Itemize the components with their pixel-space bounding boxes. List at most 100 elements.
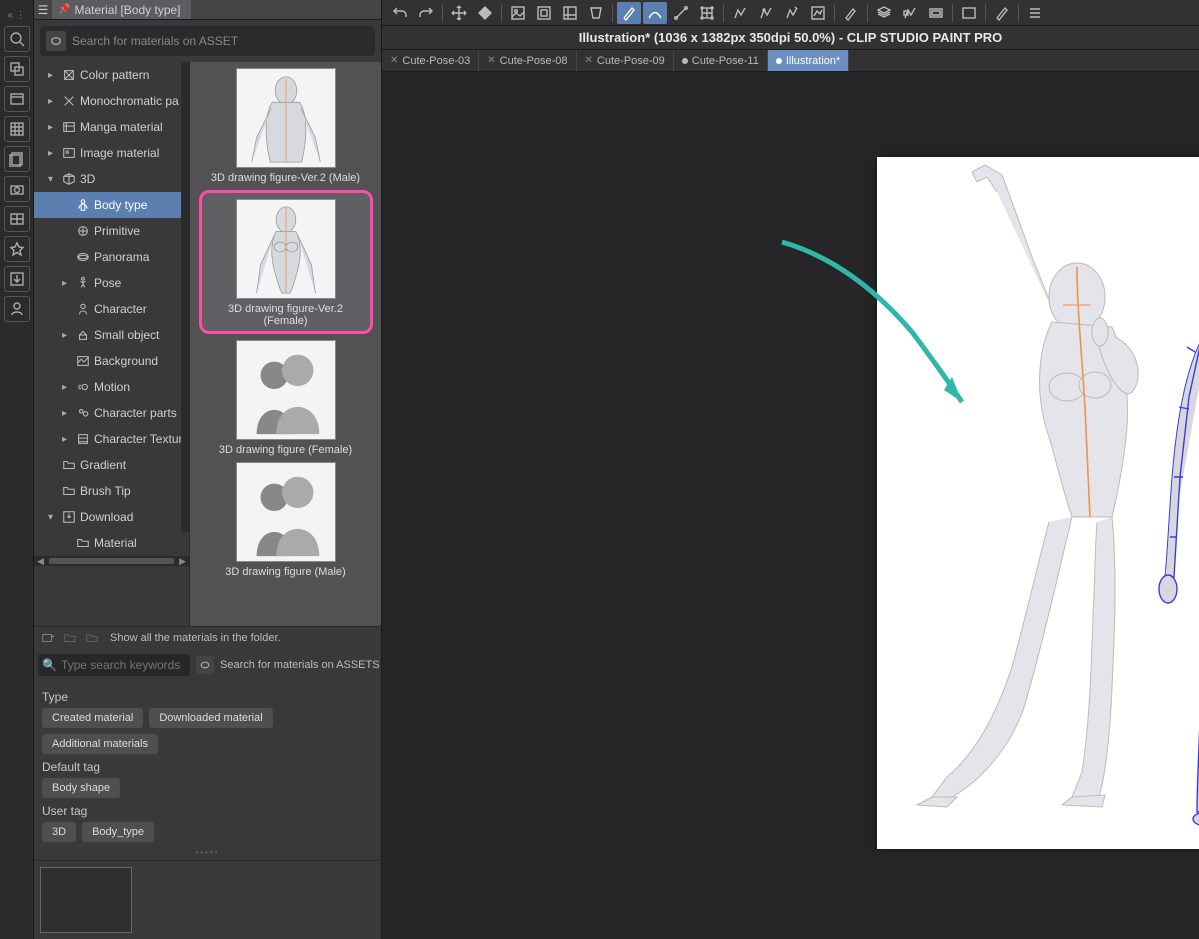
tree-item-character-parts[interactable]: ▸Character parts xyxy=(34,400,189,426)
tree-item-background[interactable]: Background xyxy=(34,348,189,374)
material-thumb[interactable]: 3D drawing figure (Male) xyxy=(204,462,368,578)
material-thumb[interactable]: 3D drawing figure (Female) xyxy=(204,340,368,456)
shape-icon[interactable] xyxy=(473,2,497,24)
tree-item-small-object[interactable]: ▸Small object xyxy=(34,322,189,348)
tree-item-primitive[interactable]: Primitive xyxy=(34,218,189,244)
tree-item-material[interactable]: Material xyxy=(34,530,189,556)
clipstudio-logo-icon xyxy=(46,31,66,51)
line-icon[interactable] xyxy=(669,2,693,24)
rail-camera-icon[interactable] xyxy=(4,176,30,202)
horizontal-scrollbar[interactable]: ◀ ▶ xyxy=(34,556,189,566)
auto4-icon[interactable] xyxy=(806,2,830,24)
close-icon[interactable]: ✕ xyxy=(390,55,398,66)
keyword-search-input[interactable] xyxy=(61,658,216,672)
resize-handle-icon[interactable]: ••••• xyxy=(34,848,381,860)
rail-window-icon[interactable] xyxy=(4,86,30,112)
close-icon[interactable]: ✕ xyxy=(487,55,495,66)
list-icon[interactable] xyxy=(1023,2,1047,24)
auto1-icon[interactable] xyxy=(728,2,752,24)
auto3-icon[interactable] xyxy=(780,2,804,24)
move-icon[interactable] xyxy=(447,2,471,24)
edit-icon[interactable] xyxy=(990,2,1014,24)
tree-item-brush-tip[interactable]: Brush Tip xyxy=(34,478,189,504)
search-assets-bar[interactable]: Search for materials on ASSET xyxy=(40,26,375,56)
expand-icon[interactable]: ▾ xyxy=(48,174,58,185)
expand-icon[interactable]: ▾ xyxy=(48,512,58,523)
expand-icon[interactable]: ▸ xyxy=(48,96,58,107)
brush-icon[interactable] xyxy=(839,2,863,24)
tree-item-panorama[interactable]: Panorama xyxy=(34,244,189,270)
rail-files-icon[interactable] xyxy=(4,146,30,172)
expand-icon[interactable]: ▸ xyxy=(48,122,58,133)
tree-item-download[interactable]: ▾Download xyxy=(34,504,189,530)
viewport[interactable] xyxy=(382,72,1199,939)
auto2-icon[interactable] xyxy=(754,2,778,24)
tree-item-pose[interactable]: ▸Pose xyxy=(34,270,189,296)
document-tab[interactable]: ✕Cute-Pose-08 xyxy=(479,50,576,71)
panel-menu-icon[interactable]: ☰ xyxy=(34,1,52,19)
image2-icon[interactable] xyxy=(532,2,556,24)
expand-icon[interactable]: ▸ xyxy=(48,148,58,159)
tree-item-manga-material[interactable]: ▸Manga material xyxy=(34,114,189,140)
new-folder-icon[interactable] xyxy=(38,629,58,647)
document-tab[interactable]: ✕Cute-Pose-09 xyxy=(577,50,674,71)
tree-item-body-type[interactable]: Body type xyxy=(34,192,189,218)
transform-icon[interactable] xyxy=(584,2,608,24)
frame-icon[interactable] xyxy=(924,2,948,24)
document-tab[interactable]: Illustration* xyxy=(768,50,849,71)
pen-icon[interactable] xyxy=(617,2,641,24)
tree-item-monochromatic-pa[interactable]: ▸Monochromatic pa xyxy=(34,88,189,114)
thumb-image xyxy=(236,68,336,168)
vertical-scrollbar[interactable] xyxy=(181,62,189,532)
type-chip[interactable]: Downloaded material xyxy=(149,708,272,728)
rail-table-icon[interactable] xyxy=(4,206,30,232)
rail-layers-icon[interactable] xyxy=(4,56,30,82)
expand-icon[interactable]: ▸ xyxy=(62,434,72,445)
document-tab[interactable]: ✕Cute-Pose-03 xyxy=(382,50,479,71)
undo-icon[interactable] xyxy=(388,2,412,24)
mesh-icon[interactable] xyxy=(695,2,719,24)
image1-icon[interactable] xyxy=(506,2,530,24)
rail-star-icon[interactable] xyxy=(4,236,30,262)
default-tag-chip[interactable]: Body shape xyxy=(42,778,120,798)
type-chip[interactable]: Created material xyxy=(42,708,143,728)
tree-item-image-material[interactable]: ▸Image material xyxy=(34,140,189,166)
curve-icon[interactable] xyxy=(643,2,667,24)
rail-grid-icon[interactable] xyxy=(4,116,30,142)
rail-quicksearch-icon[interactable] xyxy=(4,26,30,52)
panel-title-tab[interactable]: 📌 Material [Body type] xyxy=(52,0,191,19)
material-thumb[interactable]: 3D drawing figure-Ver.2 (Female) xyxy=(199,190,373,334)
user-tag-chip[interactable]: Body_type xyxy=(82,822,154,842)
canvas[interactable] xyxy=(877,157,1199,849)
type-chip[interactable]: Additional materials xyxy=(42,734,158,754)
tree-item-label: Background xyxy=(94,354,158,368)
collapse-panel-icon[interactable]: « ⋮ xyxy=(0,8,33,22)
tree-item-character-textur[interactable]: ▸Character Textur xyxy=(34,426,189,452)
expand-icon[interactable]: ▸ xyxy=(62,330,72,341)
tree-item-motion[interactable]: ▸Motion xyxy=(34,374,189,400)
document-tab[interactable]: Cute-Pose-11 xyxy=(674,50,768,71)
tree-item-3d[interactable]: ▾3D xyxy=(34,166,189,192)
user-tag-chip[interactable]: 3D xyxy=(42,822,76,842)
tree-item-color-pattern[interactable]: ▸Color pattern xyxy=(34,62,189,88)
assets-link[interactable]: Search for materials on ASSETS xyxy=(196,656,380,674)
auto5-icon[interactable] xyxy=(898,2,922,24)
redo-icon[interactable] xyxy=(414,2,438,24)
folder2-icon[interactable] xyxy=(82,629,102,647)
expand-icon[interactable]: ▸ xyxy=(48,70,58,81)
expand-icon[interactable]: ▸ xyxy=(62,408,72,419)
close-icon[interactable]: ✕ xyxy=(585,55,593,66)
tree-item-gradient[interactable]: Gradient xyxy=(34,452,189,478)
window2-icon[interactable] xyxy=(957,2,981,24)
crop-icon[interactable] xyxy=(558,2,582,24)
folder-icon[interactable] xyxy=(60,629,80,647)
expand-icon[interactable]: ▸ xyxy=(62,382,72,393)
tree-item-label: Body type xyxy=(94,198,147,212)
rail-user-icon[interactable] xyxy=(4,296,30,322)
layers2-icon[interactable] xyxy=(872,2,896,24)
expand-icon[interactable]: ▸ xyxy=(62,278,72,289)
rail-download-icon[interactable] xyxy=(4,266,30,292)
tree-item-character[interactable]: Character xyxy=(34,296,189,322)
material-thumb[interactable]: 3D drawing figure-Ver.2 (Male) xyxy=(204,68,368,184)
keyword-search-box[interactable]: 🔍 xyxy=(38,654,190,676)
